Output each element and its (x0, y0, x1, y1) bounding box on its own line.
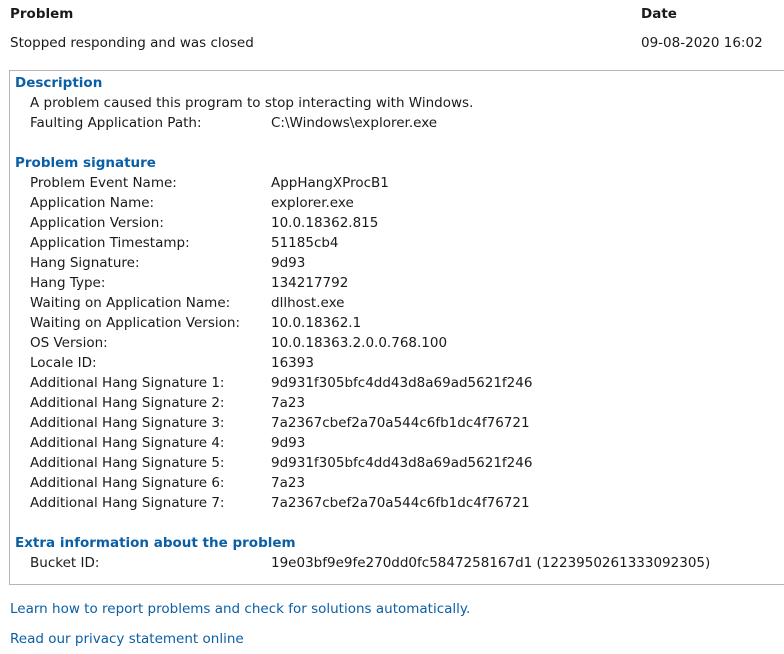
signature-label: Additional Hang Signature 6: (30, 475, 225, 491)
signature-label: Additional Hang Signature 5: (30, 455, 225, 471)
signature-value: 9d931f305bfc4dd43d8a69ad5621f246 (271, 455, 533, 471)
signature-label: Application Timestamp: (30, 235, 190, 251)
signature-label: Application Name: (30, 195, 155, 211)
bucket-id-label: Bucket ID: (30, 555, 100, 571)
signature-value: 9d93 (271, 255, 306, 271)
privacy-statement-link[interactable]: Read our privacy statement online (10, 631, 244, 647)
signature-label: Waiting on Application Version: (30, 315, 240, 331)
signature-value: 10.0.18363.2.0.0.768.100 (271, 335, 448, 351)
problem-signature-heading: Problem signature (15, 155, 156, 171)
signature-value: 7a2367cbef2a70a544c6fb1dc4f76721 (271, 495, 530, 511)
signature-value: 10.0.18362.1 (271, 315, 362, 331)
signature-value: explorer.exe (271, 195, 354, 211)
signature-value: 7a2367cbef2a70a544c6fb1dc4f76721 (271, 415, 530, 431)
signature-value: AppHangXProcB1 (271, 175, 389, 191)
signature-value: 9d931f305bfc4dd43d8a69ad5621f246 (271, 375, 533, 391)
problem-details-panel: Description A problem caused this progra… (9, 70, 784, 585)
faulting-path-value: C:\Windows\explorer.exe (271, 115, 438, 131)
signature-value: dllhost.exe (271, 295, 345, 311)
signature-label: Hang Type: (30, 275, 106, 291)
description-message: A problem caused this program to stop in… (30, 95, 474, 111)
signature-value: 134217792 (271, 275, 349, 291)
report-problems-link[interactable]: Learn how to report problems and check f… (10, 601, 470, 617)
signature-label: Additional Hang Signature 4: (30, 435, 225, 451)
signature-value: 10.0.18362.815 (271, 215, 379, 231)
signature-value: 7a23 (271, 475, 306, 491)
signature-label: Additional Hang Signature 7: (30, 495, 225, 511)
signature-label: Locale ID: (30, 355, 97, 371)
signature-label: OS Version: (30, 335, 108, 351)
signature-value: 16393 (271, 355, 314, 371)
extra-info-heading: Extra information about the problem (15, 535, 296, 551)
signature-label: Waiting on Application Name: (30, 295, 231, 311)
signature-label: Problem Event Name: (30, 175, 177, 191)
signature-label: Additional Hang Signature 2: (30, 395, 225, 411)
problem-header: Problem Date Stopped responding and was … (0, 0, 784, 66)
problem-summary: Stopped responding and was closed (10, 35, 254, 51)
signature-label: Additional Hang Signature 1: (30, 375, 225, 391)
date-column-header: Date (641, 6, 677, 22)
bucket-id-value: 19e03bf9e9fe270dd0fc5847258167d1 (122395… (271, 555, 711, 571)
signature-label: Hang Signature: (30, 255, 140, 271)
signature-value: 7a23 (271, 395, 306, 411)
faulting-path-label: Faulting Application Path: (30, 115, 202, 131)
signature-label: Additional Hang Signature 3: (30, 415, 225, 431)
problem-date: 09-08-2020 16:02 (641, 35, 763, 51)
signature-value: 51185cb4 (271, 235, 339, 251)
description-heading: Description (15, 75, 103, 91)
problem-column-header: Problem (10, 6, 74, 22)
signature-label: Application Version: (30, 215, 164, 231)
signature-value: 9d93 (271, 435, 306, 451)
